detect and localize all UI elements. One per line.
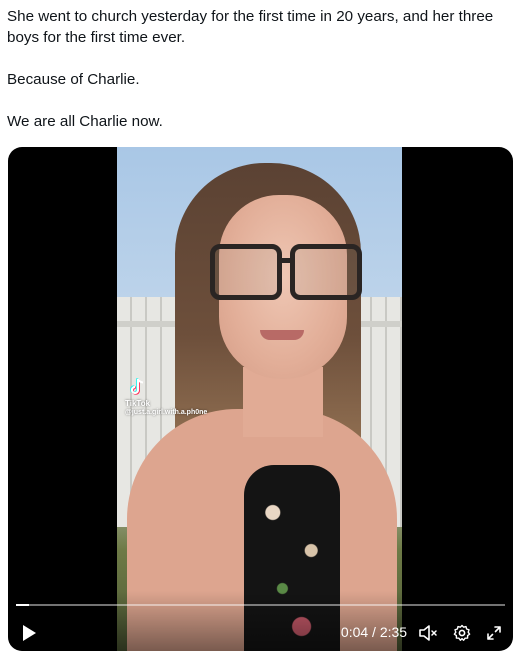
video-subject-glasses: [210, 244, 362, 300]
volume-muted-icon: [419, 625, 437, 641]
expand-icon: [487, 626, 501, 640]
play-icon: [23, 625, 36, 641]
tweet-text-line-3: We are all Charlie now.: [7, 113, 163, 130]
tiktok-handle-label: @just.a.girl.with.a.ph0ne: [125, 409, 208, 416]
fullscreen-button[interactable]: [482, 622, 506, 644]
tiktok-logo-icon: [130, 378, 144, 395]
video-subject-mouth: [260, 330, 304, 340]
progress-bar[interactable]: [16, 604, 505, 606]
settings-button[interactable]: [450, 622, 474, 644]
tiktok-brand-label: TikTok: [125, 399, 151, 408]
tiktok-watermark: TikTok @just.a.girl.with.a.ph0ne: [122, 378, 242, 417]
tweet-text-line-2: Because of Charlie.: [7, 71, 140, 88]
tweet-text-line-1: She went to church yesterday for the fir…: [7, 8, 494, 46]
video-player[interactable]: TikTok @just.a.girl.with.a.ph0ne 0:04 / …: [8, 147, 513, 651]
tweet-text: She went to church yesterday for the fir…: [7, 6, 515, 132]
gear-icon: [453, 624, 471, 641]
play-button[interactable]: [18, 622, 40, 644]
time-display: 0:04 / 2:35: [340, 624, 408, 640]
mute-button[interactable]: [416, 622, 440, 644]
progress-bar-fill: [16, 604, 29, 606]
